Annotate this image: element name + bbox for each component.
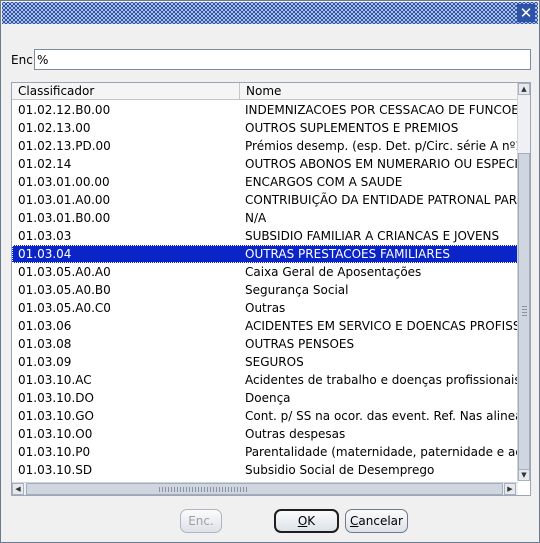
cell-nome: ENCARGOS COM A SAUDE — [245, 175, 403, 189]
cell-classificador: 01.03.06 — [18, 319, 72, 333]
cell-nome: OUTRAS PENSOES — [245, 337, 355, 351]
table-row[interactable]: 01.02.14 OUTROS ABONOS EM NUMERARIO OU ES… — [12, 155, 518, 173]
cell-classificador: 01.03.05.A0.C0 — [18, 301, 111, 315]
cell-classificador: 01.03.10.P0 — [18, 445, 91, 459]
scroll-right-icon[interactable]: ▶ — [504, 483, 516, 495]
cell-nome: Prémios desemp. (esp. Det. p/Circ. série… — [245, 139, 518, 153]
table-row[interactable]: 01.03.10.O0 Outras despesas — [12, 425, 518, 443]
cell-classificador: 01.03.05.A0.A0 — [18, 265, 111, 279]
cell-classificador: 01.03.03 — [18, 229, 72, 243]
cell-nome: Doença — [245, 391, 291, 405]
table-row[interactable]: 01.03.10.DO Doença — [12, 389, 518, 407]
vertical-scroll-thumb[interactable] — [518, 153, 530, 473]
cell-classificador: 01.02.12.B0.00 — [18, 103, 111, 117]
table-row[interactable]: 01.03.01.B0.00 N/A — [12, 209, 518, 227]
cell-classificador: 01.02.13.PD.00 — [18, 139, 111, 153]
cell-nome: OUTROS ABONOS EM NUMERARIO OU ESPECIE — [245, 157, 518, 171]
column-header-nome[interactable]: Nome — [240, 83, 518, 100]
list-of-values-dialog: ✕ Enc. Classificador Nome 01.02.12.B0.00… — [0, 0, 540, 543]
cell-nome: Outras despesas — [245, 427, 346, 441]
grip-icon — [159, 487, 249, 492]
table-row[interactable]: 01.03.08 OUTRAS PENSOES — [12, 335, 518, 353]
results-grid: Classificador Nome 01.02.12.B0.00 INDEMNI… — [11, 82, 531, 496]
cell-nome: INDEMNIZACOES POR CESSACAO DE FUNCOES — [245, 103, 518, 117]
cell-nome: ACIDENTES EM SERVICO E DOENCAS PROFISS — [245, 319, 518, 333]
cell-nome: Subsidio Social de Desemprego — [245, 463, 435, 477]
cell-nome: Parentalidade (maternidade, paternidade … — [245, 445, 518, 459]
cell-classificador: 01.03.10.DO — [18, 391, 94, 405]
cell-classificador: 01.03.10.AC — [18, 373, 92, 387]
table-row[interactable]: 01.03.10.SD Subsidio Social de Desemprego — [12, 461, 518, 479]
cell-nome: Segurança Social — [245, 283, 349, 297]
cell-nome: OUTRAS PRESTACOES FAMILIARES — [245, 247, 450, 261]
cell-classificador: 01.03.09 — [18, 355, 72, 369]
search-input[interactable] — [34, 49, 531, 70]
column-header-classificador[interactable]: Classificador — [12, 83, 240, 100]
cell-nome: OUTROS SUPLEMENTOS E PREMIOS — [245, 121, 459, 135]
table-row[interactable]: 01.02.12.B0.00 INDEMNIZACOES POR CESSACAO… — [12, 101, 518, 119]
table-row[interactable]: 01.02.13.PD.00 Prémios desemp. (esp. Det.… — [12, 137, 518, 155]
cell-nome: Acidentes de trabalho e doenças profissi… — [245, 373, 518, 387]
scroll-up-icon[interactable]: ▲ — [518, 83, 530, 95]
table-row[interactable]: 01.03.05.A0.B0 Segurança Social — [12, 281, 518, 299]
cell-classificador: 01.02.14 — [18, 157, 72, 171]
scroll-left-icon[interactable]: ◀ — [12, 483, 24, 495]
table-row[interactable]: 01.03.03 SUBSIDIO FAMILIAR A CRIANCAS E J… — [12, 227, 518, 245]
table-row[interactable]: 01.03.06 ACIDENTES EM SERVICO E DOENCAS P… — [12, 317, 518, 335]
grid-rows: 01.02.12.B0.00 INDEMNIZACOES POR CESSACAO… — [12, 101, 518, 479]
cell-nome: SEGUROS — [245, 355, 304, 369]
scroll-down-icon[interactable]: ▼ — [518, 469, 530, 481]
table-row[interactable]: 01.03.01.00.00 ENCARGOS COM A SAUDE — [12, 173, 518, 191]
table-row[interactable]: 01.02.13.00 OUTROS SUPLEMENTOS E PREMIOS — [12, 119, 518, 137]
table-row[interactable]: 01.03.05.A0.A0 Caixa Geral de Aposentaçõe… — [12, 263, 518, 281]
cell-nome: Outras — [245, 301, 286, 315]
table-row-selected[interactable]: 01.03.04 OUTRAS PRESTACOES FAMILIARES — [12, 245, 518, 263]
ok-button[interactable]: OK — [274, 509, 339, 533]
cell-nome: Caixa Geral de Aposentações — [245, 265, 422, 279]
cell-classificador: 01.03.04 — [18, 247, 72, 261]
cell-classificador: 01.03.01.B0.00 — [18, 211, 111, 225]
cell-classificador: 01.03.01.00.00 — [18, 175, 110, 189]
cell-classificador: 01.03.05.A0.B0 — [18, 283, 111, 297]
table-row[interactable]: 01.03.05.A0.C0 Outras — [12, 299, 518, 317]
cell-classificador: 01.03.08 — [18, 337, 72, 351]
cell-classificador: 01.03.10.GO — [18, 409, 94, 423]
cell-classificador: 01.03.01.A0.00 — [18, 193, 111, 207]
table-row[interactable]: 01.03.01.A0.00 CONTRIBUIÇÃO DA ENTIDADE P… — [12, 191, 518, 209]
cell-nome: CONTRIBUIÇÃO DA ENTIDADE PATRONAL PARA — [245, 193, 518, 207]
grip-icon — [522, 306, 527, 318]
horizontal-scroll-thumb[interactable] — [26, 483, 503, 495]
horizontal-scrollbar[interactable]: ◀ ▶ — [12, 482, 518, 495]
find-button[interactable]: Enc. — [180, 509, 222, 533]
table-row[interactable]: 01.03.10.AC Acidentes de trabalho e doenç… — [12, 371, 518, 389]
grid-header: Classificador Nome — [12, 83, 518, 100]
search-label: Enc. — [11, 53, 37, 67]
table-row[interactable]: 01.03.09 SEGUROS — [12, 353, 518, 371]
close-icon[interactable]: ✕ — [517, 4, 535, 22]
cell-nome: N/A — [245, 211, 267, 225]
cell-nome: SUBSIDIO FAMILIAR A CRIANCAS E JOVENS — [245, 229, 500, 243]
title-bar[interactable]: ✕ — [2, 2, 538, 24]
cancel-button[interactable]: Cancelar — [345, 509, 408, 533]
cell-classificador: 01.03.10.SD — [18, 463, 93, 477]
cell-classificador: 01.02.13.00 — [18, 121, 91, 135]
cell-classificador: 01.03.10.O0 — [18, 427, 93, 441]
vertical-scrollbar[interactable]: ▲ ▼ — [517, 83, 530, 481]
table-row[interactable]: 01.03.10.P0 Parentalidade (maternidade, p… — [12, 443, 518, 461]
cell-nome: Cont. p/ SS na ocor. das event. Ref. Nas… — [245, 409, 518, 423]
table-row[interactable]: 01.03.10.GO Cont. p/ SS na ocor. das even… — [12, 407, 518, 425]
